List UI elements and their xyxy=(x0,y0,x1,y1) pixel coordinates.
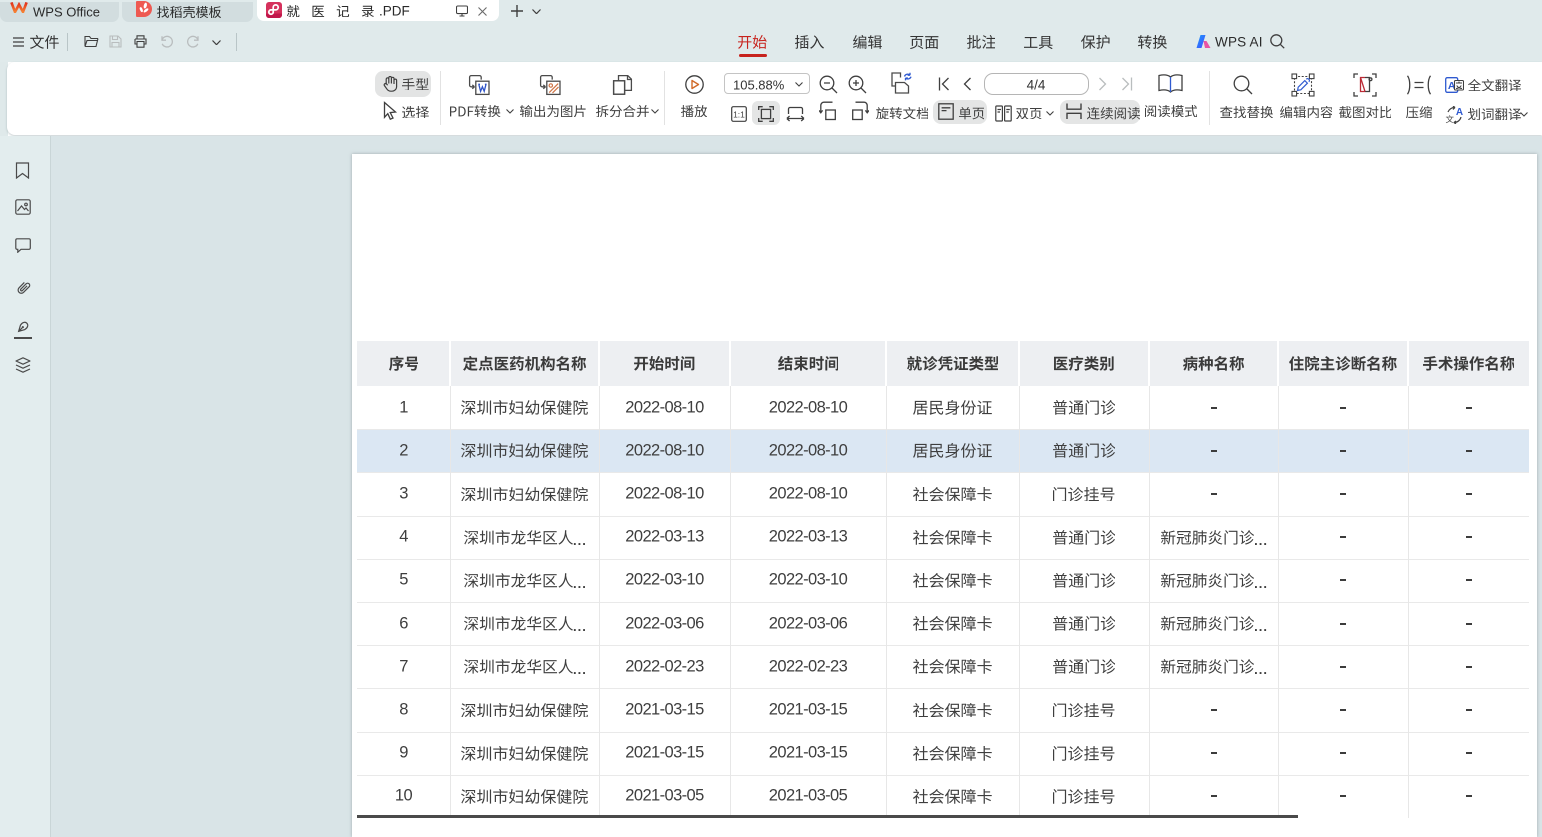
svg-text:1:1: 1:1 xyxy=(733,110,745,120)
svg-text:A: A xyxy=(1456,107,1463,118)
